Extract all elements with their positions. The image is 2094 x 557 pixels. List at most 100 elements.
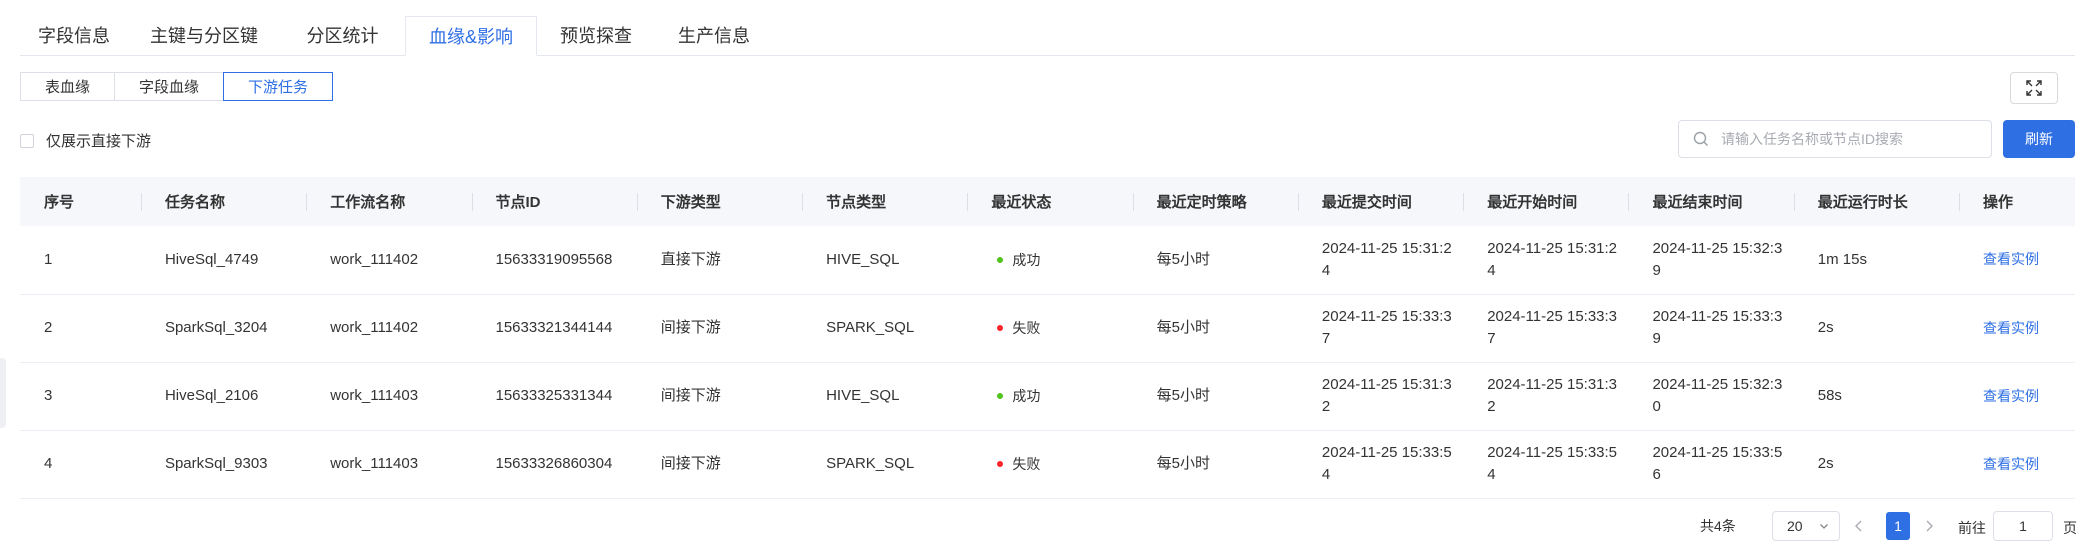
cell-workflow-name: work_111402 xyxy=(330,250,419,268)
search-box[interactable] xyxy=(1678,120,1992,158)
subtab-downstream-tasks[interactable]: 下游任务 xyxy=(223,72,334,101)
cell-task-name: SparkSql_3204 xyxy=(164,319,268,336)
status-dot xyxy=(997,393,1004,399)
view-instance-link[interactable]: 查看实例 xyxy=(1983,456,2039,472)
cell-start-time: 2024-11-25 15:33:54 xyxy=(1487,444,1618,483)
status-text: 成功 xyxy=(1012,251,1041,268)
view-instance-link[interactable]: 查看实例 xyxy=(1983,388,2039,404)
tab-keys[interactable]: 主键与分区键 xyxy=(128,16,280,55)
main-tabs: 字段信息 主键与分区键 分区统计 血缘&影响 预览探查 生产信息 xyxy=(20,16,2075,56)
cell-index: 2 xyxy=(44,319,53,336)
cell-node-id: 15633321344144 xyxy=(495,319,613,336)
prev-page-button[interactable] xyxy=(1848,515,1870,537)
table-row: 3 HiveSql_2106 work_111403 1563332533134… xyxy=(20,362,2075,430)
side-panel-handle[interactable] xyxy=(0,358,6,428)
cell-status: 失败 xyxy=(967,294,1132,362)
col-workflow-name: 工作流名称 xyxy=(306,177,471,226)
cell-action: 查看实例 xyxy=(1959,294,2075,362)
only-direct-checkbox[interactable]: 仅展示直接下游 xyxy=(20,130,151,151)
col-downstream-type: 下游类型 xyxy=(636,177,802,226)
tab-preview[interactable]: 预览探查 xyxy=(537,16,655,55)
goto-label: 前往 xyxy=(1958,520,1986,536)
downstream-tasks-table: 序号 任务名称 工作流名称 节点ID 下游类型 节点类型 最近状态 最近定时策略… xyxy=(20,177,2075,499)
expand-arrows-icon xyxy=(2026,80,2042,96)
cell-workflow-name: work_111403 xyxy=(330,387,419,404)
goto-suffix: 页 xyxy=(2063,520,2077,536)
search-input[interactable] xyxy=(1719,130,1983,148)
cell-node-id: 15633319095568 xyxy=(495,250,613,268)
fullscreen-button[interactable] xyxy=(2010,72,2058,104)
cell-end-time: 2024-11-25 15:33:39 xyxy=(1652,308,1783,347)
page-size-value: 20 xyxy=(1787,518,1803,534)
cell-schedule: 每5小时 xyxy=(1156,319,1210,336)
view-instance-link[interactable]: 查看实例 xyxy=(1983,320,2039,336)
total-count: 共4条 xyxy=(1700,518,1736,534)
cell-downstream-type: 间接下游 xyxy=(660,455,721,472)
cell-submit-time: 2024-11-25 15:33:54 xyxy=(1321,444,1452,483)
cell-duration: 2s xyxy=(1817,455,1834,472)
col-node-type: 节点类型 xyxy=(802,177,967,226)
col-index: 序号 xyxy=(44,194,75,211)
cell-start-time: 2024-11-25 15:33:37 xyxy=(1487,308,1618,347)
cell-end-time: 2024-11-25 15:33:56 xyxy=(1652,444,1783,483)
tab-field-info[interactable]: 字段信息 xyxy=(20,16,128,55)
cell-node-type: HIVE_SQL xyxy=(826,387,900,404)
status-dot xyxy=(997,325,1004,331)
cell-status: 失败 xyxy=(967,430,1132,498)
cell-duration: 1m 15s xyxy=(1817,250,1867,268)
cell-index: 4 xyxy=(44,455,53,472)
status-dot xyxy=(997,461,1004,467)
cell-node-id: 15633325331344 xyxy=(495,387,613,404)
tab-production-info[interactable]: 生产信息 xyxy=(655,16,773,55)
cell-node-type: SPARK_SQL xyxy=(826,455,915,472)
col-action: 操作 xyxy=(1959,177,2075,226)
status-text: 失败 xyxy=(1012,320,1041,336)
status-dot xyxy=(997,256,1004,263)
subtab-field-lineage[interactable]: 字段血缘 xyxy=(114,72,225,101)
cell-schedule: 每5小时 xyxy=(1156,387,1210,404)
cell-workflow-name: work_111402 xyxy=(330,319,419,336)
table-row: 1 HiveSql_4749 work_111402 1563331909556… xyxy=(20,226,2075,294)
status-text: 成功 xyxy=(1012,388,1041,404)
page-number-current[interactable]: 1 xyxy=(1886,512,1910,540)
col-task-name: 任务名称 xyxy=(140,177,306,226)
cell-index: 1 xyxy=(44,250,53,268)
subtab-table-lineage[interactable]: 表血缘 xyxy=(20,72,116,101)
page-size-select[interactable]: 20 xyxy=(1772,511,1840,541)
col-schedule: 最近定时策略 xyxy=(1132,177,1298,226)
col-status: 最近状态 xyxy=(967,177,1132,226)
chevron-down-icon xyxy=(1819,521,1829,531)
table-row: 2 SparkSql_3204 work_111402 156333213441… xyxy=(20,294,2075,362)
search-icon xyxy=(1693,131,1709,147)
cell-downstream-type: 间接下游 xyxy=(660,319,721,336)
view-instance-link[interactable]: 查看实例 xyxy=(1983,251,2039,267)
cell-downstream-type: 直接下游 xyxy=(660,250,721,268)
tab-lineage[interactable]: 血缘&影响 xyxy=(405,16,537,56)
cell-index: 3 xyxy=(44,387,53,404)
cell-node-type: HIVE_SQL xyxy=(826,250,900,268)
cell-duration: 2s xyxy=(1817,319,1834,336)
status-text: 失败 xyxy=(1012,456,1041,472)
col-end-time: 最近结束时间 xyxy=(1628,177,1793,226)
cell-status: 成功 xyxy=(967,226,1132,294)
cell-task-name: HiveSql_2106 xyxy=(164,387,259,404)
tab-partition-stats[interactable]: 分区统计 xyxy=(280,16,405,55)
checkbox-box[interactable] xyxy=(20,133,34,148)
goto-page-input[interactable] xyxy=(1993,511,2053,541)
col-start-time: 最近开始时间 xyxy=(1463,177,1628,226)
only-direct-label: 仅展示直接下游 xyxy=(46,133,152,150)
col-duration: 最近运行时长 xyxy=(1793,177,1959,226)
chevron-right-icon xyxy=(1924,520,1934,532)
cell-task-name: SparkSql_9303 xyxy=(164,455,268,472)
cell-submit-time: 2024-11-25 15:33:37 xyxy=(1321,308,1452,347)
cell-action: 查看实例 xyxy=(1959,430,2075,498)
cell-downstream-type: 间接下游 xyxy=(660,387,721,404)
cell-workflow-name: work_111403 xyxy=(330,455,419,472)
next-page-button[interactable] xyxy=(1918,515,1940,537)
chevron-left-icon xyxy=(1854,520,1864,532)
cell-submit-time: 2024-11-25 15:31:24 xyxy=(1321,239,1452,279)
cell-action: 查看实例 xyxy=(1959,362,2075,430)
table-row: 4 SparkSql_9303 work_111403 156333268603… xyxy=(20,430,2075,498)
refresh-button[interactable]: 刷新 xyxy=(2003,120,2075,158)
cell-duration: 58s xyxy=(1817,387,1842,404)
